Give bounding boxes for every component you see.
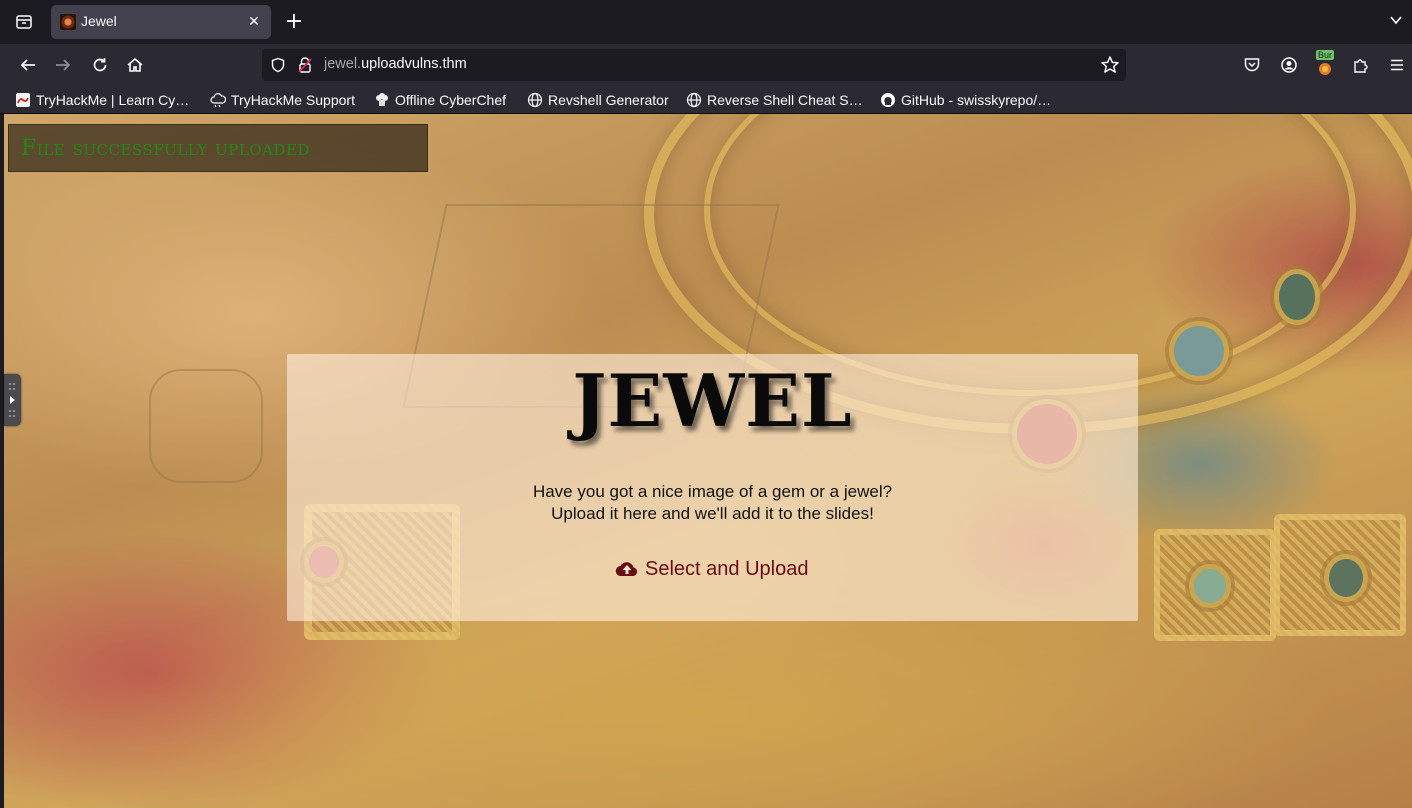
- puzzle-icon: [1354, 59, 1368, 73]
- app-menu-button[interactable]: [1384, 52, 1410, 78]
- bookmark-tryhackme-support[interactable]: TryHackMe Support: [210, 90, 355, 110]
- page-background: File successfully uploaded JEWEL Have yo…: [4, 114, 1412, 808]
- extensions-button[interactable]: [1348, 52, 1374, 78]
- home-button[interactable]: [122, 52, 148, 78]
- chef-icon: [374, 92, 390, 108]
- tab-list-icon: [16, 15, 32, 29]
- jewel-favicon-icon: [60, 14, 76, 30]
- url-text[interactable]: jewel.uploadvulns.thm: [324, 56, 467, 72]
- sidebar-toggle-handle[interactable]: [4, 374, 21, 426]
- close-tab-icon[interactable]: ✕: [245, 13, 263, 31]
- arrow-right-icon: [56, 59, 71, 71]
- intro-text-line-1: Have you got a nice image of a gem or a …: [532, 482, 893, 501]
- reload-icon: [93, 58, 107, 72]
- tab-jewel[interactable]: Jewel ✕: [51, 5, 271, 39]
- bookmark-label: TryHackMe | Learn Cy…: [36, 92, 190, 108]
- bookmark-label: Revshell Generator: [548, 92, 669, 108]
- url-subdomain: jewel.: [324, 56, 362, 72]
- bookmark-github-swisskyrepo[interactable]: GitHub - swisskyrepo/…: [880, 90, 1051, 110]
- bookmark-tryhackme[interactable]: TryHackMe | Learn Cy…: [15, 90, 189, 110]
- bookmark-label: TryHackMe Support: [231, 92, 355, 108]
- intro-text-line-2: Upload it here and we'll add it to the s…: [551, 504, 874, 523]
- chevron-down-icon[interactable]: [1388, 12, 1408, 32]
- bookmark-star-icon[interactable]: [1100, 55, 1120, 79]
- account-button[interactable]: [1276, 52, 1302, 78]
- bookmark-revshell-generator[interactable]: Revshell Generator: [527, 90, 669, 110]
- home-icon: [127, 57, 143, 72]
- tryhackme-icon: [15, 92, 31, 108]
- reload-button[interactable]: [87, 52, 113, 78]
- new-tab-button[interactable]: +: [282, 10, 306, 34]
- list-all-tabs-button[interactable]: [10, 10, 38, 34]
- select-and-upload-label: Select and Upload: [645, 557, 809, 580]
- github-icon: [880, 92, 896, 108]
- bookmark-reverse-shell-cheat-sheet[interactable]: Reverse Shell Cheat S…: [686, 90, 863, 110]
- select-and-upload-button[interactable]: Select and Upload: [615, 556, 808, 582]
- tab-bar: Jewel ✕ +: [0, 0, 1412, 44]
- url-domain: uploadvulns.thm: [361, 56, 467, 72]
- globe-icon: [686, 92, 702, 108]
- bookmark-label: GitHub - swisskyrepo/…: [901, 92, 1052, 108]
- bookmark-label: Offline CyberChef: [395, 92, 507, 108]
- navigation-toolbar: jewel.uploadvulns.thm Bur: [0, 44, 1412, 86]
- upload-success-message: File successfully uploaded: [8, 124, 428, 172]
- cloud-upload-icon: [615, 559, 641, 579]
- bookmark-label: Reverse Shell Cheat S…: [707, 92, 863, 108]
- arrow-left-icon: [20, 59, 35, 71]
- back-button[interactable]: [15, 52, 41, 78]
- pocket-button[interactable]: [1239, 52, 1265, 78]
- hamburger-menu-icon: [1391, 59, 1403, 71]
- upload-success-text: File successfully uploaded: [21, 136, 310, 161]
- page-title: JEWEL: [572, 358, 853, 443]
- globe-icon: [527, 92, 543, 108]
- tab-title: Jewel: [81, 13, 117, 29]
- expand-arrow-icon: [9, 383, 15, 417]
- forward-button[interactable]: [50, 52, 76, 78]
- extension-badge: Bur: [1316, 50, 1335, 60]
- bookmarks-toolbar: TryHackMe | Learn Cy… TryHackMe Support …: [0, 86, 1412, 114]
- upload-card: JEWEL Have you got a nice image of a gem…: [287, 354, 1138, 621]
- account-icon: [1281, 57, 1297, 73]
- burp-extension-button[interactable]: Bur: [1312, 50, 1338, 78]
- pocket-icon: [1244, 58, 1260, 72]
- bookmark-offline-cyberchef[interactable]: Offline CyberChef: [374, 90, 506, 110]
- tracking-protection-shield-icon[interactable]: [270, 57, 286, 77]
- insecure-lock-icon[interactable]: [297, 56, 313, 78]
- address-bar[interactable]: jewel.uploadvulns.thm: [262, 49, 1126, 81]
- support-cloud-icon: [210, 92, 226, 108]
